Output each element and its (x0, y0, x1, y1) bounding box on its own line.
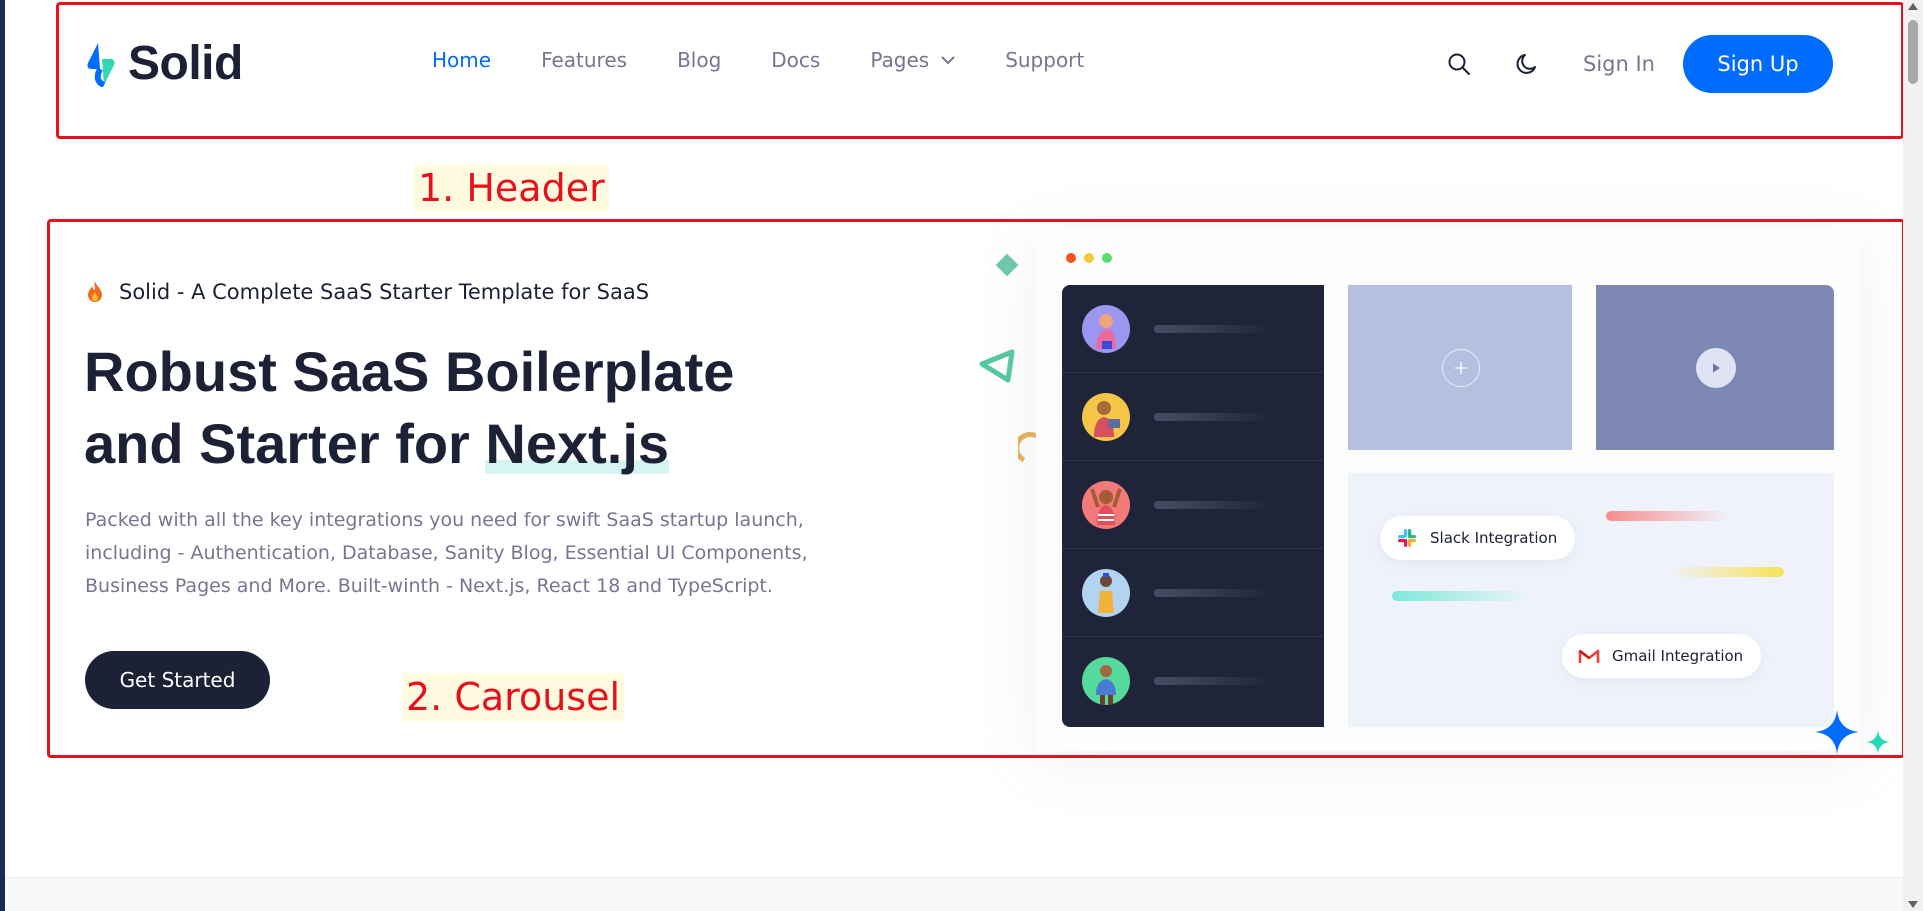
page-left-edge (0, 0, 5, 911)
person-avatar-icon (1096, 314, 1116, 349)
gmail-integration-pill: Gmail Integration (1562, 634, 1762, 678)
add-button[interactable] (1442, 349, 1480, 387)
sparkle-blue-icon (1815, 710, 1859, 754)
fire-icon (88, 281, 102, 302)
hero-title-line2: and Starter for (84, 412, 486, 475)
hero-tagline: Solid - A Complete SaaS Starter Template… (85, 280, 649, 304)
get-started-button[interactable]: Get Started (85, 651, 270, 709)
decorative-yellow-bar (1668, 567, 1784, 577)
user-list-item (1062, 373, 1324, 461)
user-list-item (1062, 637, 1324, 725)
person-avatar-icon (1096, 665, 1116, 705)
placeholder-bar (1154, 501, 1274, 509)
person-avatar-icon (1090, 488, 1122, 525)
window-close-dot (1066, 253, 1076, 263)
sparkle-teal-icon (1866, 730, 1890, 754)
hero-tagline-text: Solid - A Complete SaaS Starter Template… (119, 280, 650, 304)
play-icon (1713, 363, 1720, 373)
avatar (1082, 393, 1130, 441)
header-annotation-label: 1. Header (414, 164, 609, 212)
window-minimize-dot (1084, 253, 1094, 263)
integrations-panel: Slack Integration Gmail Integration (1348, 473, 1834, 727)
slack-icon (1398, 529, 1416, 547)
hero-description: Packed with all the key integrations you… (85, 509, 808, 597)
decorative-teal-bar (1392, 591, 1532, 601)
placeholder-bar (1154, 589, 1274, 597)
user-list-item (1062, 285, 1324, 373)
slack-integration-pill: Slack Integration (1380, 516, 1576, 560)
user-list-item (1062, 461, 1324, 549)
user-list-item (1062, 549, 1324, 637)
window-maximize-dot (1102, 253, 1112, 263)
scroll-up-arrow-icon[interactable] (1908, 3, 1918, 10)
add-media-tile (1348, 285, 1572, 450)
plus-icon (1455, 362, 1467, 374)
diamond-shape-icon (995, 253, 1019, 277)
vertical-scrollbar[interactable] (1903, 0, 1923, 911)
gmail-integration-label: Gmail Integration (1612, 647, 1744, 665)
scrollbar-thumb[interactable] (1908, 20, 1918, 84)
window-controls (1066, 253, 1112, 263)
hero-title-highlight: Next.js (485, 408, 669, 480)
person-avatar-icon (1094, 401, 1120, 437)
hero-title-line1: Robust SaaS Boilerplate (84, 340, 735, 403)
placeholder-bar (1154, 413, 1274, 421)
triangle-shape-icon (979, 349, 1015, 383)
app-preview-window: Slack Integration Gmail Integration (1036, 229, 1860, 751)
avatar (1082, 657, 1130, 705)
hero-title: Robust SaaS Boilerplate and Starter for … (84, 336, 784, 480)
play-button[interactable] (1696, 348, 1736, 388)
slack-integration-label: Slack Integration (1430, 529, 1558, 547)
decorative-red-bar (1606, 511, 1730, 521)
video-tile (1596, 285, 1834, 450)
carousel-annotation-label: 2. Carousel (402, 673, 625, 721)
placeholder-bar (1154, 325, 1274, 333)
person-avatar-icon (1098, 573, 1114, 613)
avatar (1082, 481, 1130, 529)
next-section-edge (5, 877, 1903, 911)
placeholder-bar (1154, 677, 1274, 685)
avatar (1082, 305, 1130, 353)
scroll-down-arrow-icon[interactable] (1908, 901, 1918, 908)
user-list-sidebar (1062, 285, 1324, 727)
gmail-icon (1578, 649, 1600, 663)
header-annotation-box (56, 2, 1904, 139)
avatar (1082, 569, 1130, 617)
